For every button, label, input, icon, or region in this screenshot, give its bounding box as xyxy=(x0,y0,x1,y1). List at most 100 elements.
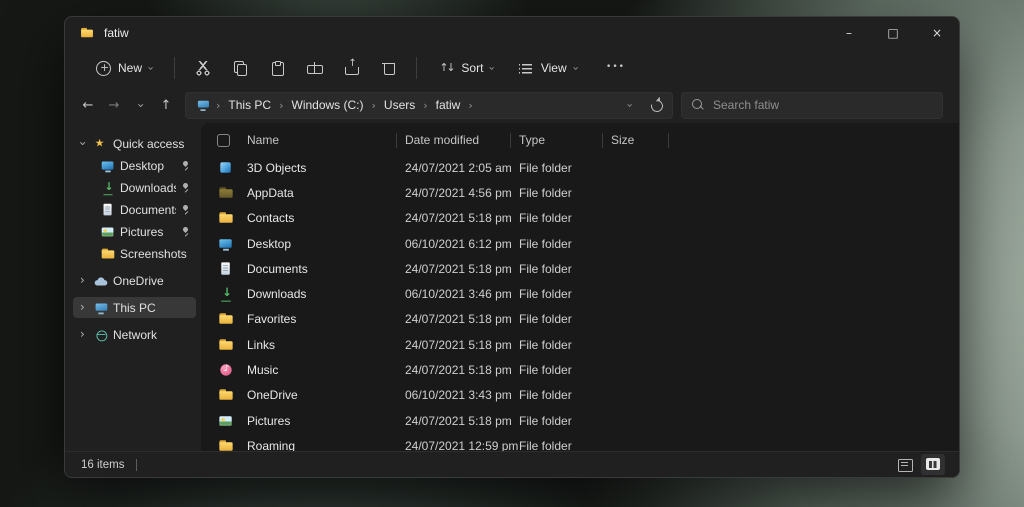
new-button[interactable]: New xyxy=(85,53,163,83)
breadcrumb-item[interactable]: Windows (C:) xyxy=(285,96,371,114)
address-dropdown-button[interactable] xyxy=(618,93,642,117)
file-type: File folder xyxy=(519,337,572,352)
file-row[interactable]: Desktop 06/10/2021 6:12 pm File folder xyxy=(205,231,959,256)
search-icon xyxy=(690,97,706,113)
chevron-right-icon xyxy=(216,100,220,111)
sidebar-expand-chevron-icon[interactable] xyxy=(76,203,96,216)
file-row[interactable]: OneDrive 06/10/2021 3:43 pm File folder xyxy=(205,383,959,408)
file-row[interactable]: 3D Objects 24/07/2021 2:05 am File folde… xyxy=(205,155,959,180)
refresh-button[interactable] xyxy=(644,93,668,117)
pictures-icon xyxy=(101,224,115,238)
see-more-button[interactable] xyxy=(597,53,631,83)
view-button-label: View xyxy=(540,61,567,75)
paste-button[interactable] xyxy=(260,53,294,83)
window-body: Quick access Desktop Downloads xyxy=(65,123,959,451)
refresh-icon xyxy=(648,97,664,113)
sidebar-item-label: Desktop xyxy=(120,158,165,173)
breadcrumb-segment: Windows (C:) xyxy=(285,96,377,114)
file-type: File folder xyxy=(519,287,572,302)
minimize-button[interactable]: – xyxy=(827,17,871,49)
view-button[interactable]: View xyxy=(508,53,588,83)
file-date-modified: 24/07/2021 5:18 pm xyxy=(405,337,512,352)
column-header[interactable]: Type xyxy=(511,127,603,153)
file-date-modified: 24/07/2021 5:18 pm xyxy=(405,363,512,378)
sidebar-expand-chevron-icon[interactable] xyxy=(76,159,96,172)
column-resize-handle[interactable] xyxy=(668,133,669,148)
forward-button[interactable] xyxy=(101,92,127,118)
file-date-modified: 06/10/2021 3:46 pm xyxy=(405,287,512,302)
sort-icon xyxy=(438,60,455,76)
file-row[interactable]: AppData 24/07/2021 4:56 pm File folder xyxy=(205,180,959,205)
chevron-right-icon[interactable] xyxy=(468,100,472,111)
recent-locations-button[interactable] xyxy=(127,92,153,118)
sidebar-item[interactable]: Network xyxy=(73,324,196,345)
sidebar-expand-chevron-icon[interactable] xyxy=(76,247,96,260)
copy-button[interactable] xyxy=(223,53,257,83)
up-button[interactable] xyxy=(153,92,179,118)
sort-button[interactable]: Sort xyxy=(428,53,504,83)
sidebar-expand-chevron-icon[interactable] xyxy=(76,181,96,194)
sidebar-expand-chevron-icon[interactable] xyxy=(76,328,89,341)
chevron-down-icon xyxy=(487,66,498,70)
share-button[interactable] xyxy=(334,53,368,83)
back-button[interactable] xyxy=(75,92,101,118)
pin-icon xyxy=(180,203,191,216)
sidebar-expand-chevron-icon[interactable] xyxy=(76,301,89,314)
file-name: Downloads xyxy=(247,287,307,302)
file-date-modified: 06/10/2021 6:12 pm xyxy=(405,236,512,251)
file-type: File folder xyxy=(519,312,572,327)
close-button[interactable]: × xyxy=(915,17,959,49)
sidebar-item-label: Pictures xyxy=(120,224,164,239)
chevron-right-icon[interactable] xyxy=(279,100,283,111)
file-type: File folder xyxy=(519,185,572,200)
select-all-checkbox[interactable] xyxy=(217,133,230,147)
file-row[interactable]: Pictures 24/07/2021 5:18 pm File folder xyxy=(205,408,959,433)
cut-icon xyxy=(195,60,211,76)
search-box[interactable] xyxy=(681,91,943,119)
sidebar-item[interactable]: Quick access xyxy=(73,133,196,154)
breadcrumb-item[interactable]: Users xyxy=(377,96,422,114)
file-row[interactable]: Links 24/07/2021 5:18 pm File folder xyxy=(205,332,959,357)
sidebar-item[interactable]: Desktop xyxy=(73,155,196,176)
desktop-icon xyxy=(218,236,233,251)
file-name: 3D Objects xyxy=(247,160,307,175)
command-bar: New xyxy=(65,49,959,87)
sidebar-expand-chevron-icon[interactable] xyxy=(76,274,89,287)
search-input[interactable] xyxy=(713,98,934,112)
file-name: Music xyxy=(247,363,279,378)
file-row[interactable]: Music 24/07/2021 5:18 pm File folder xyxy=(205,357,959,382)
sidebar-item[interactable]: Documents xyxy=(73,199,196,220)
breadcrumb[interactable]: This PC Windows (C:) Users fatiw xyxy=(185,91,673,119)
file-name: Links xyxy=(247,337,276,352)
sidebar-expand-chevron-icon[interactable] xyxy=(76,225,96,238)
file-row[interactable]: Roaming 24/07/2021 12:59 pm File folder xyxy=(205,433,959,451)
sidebar-item[interactable]: Pictures xyxy=(73,221,196,242)
file-date-modified: 06/10/2021 3:43 pm xyxy=(405,388,512,403)
breadcrumb-item[interactable]: fatiw xyxy=(429,96,468,114)
file-row[interactable]: Documents 24/07/2021 5:18 pm File folder xyxy=(205,256,959,281)
sidebar-item[interactable]: OneDrive xyxy=(73,270,196,291)
breadcrumb-item[interactable]: This PC xyxy=(221,96,278,114)
file-row[interactable]: Favorites 24/07/2021 5:18 pm File folder xyxy=(205,307,959,332)
sidebar-item[interactable]: Screenshots xyxy=(73,243,196,264)
rename-button[interactable] xyxy=(297,53,331,83)
column-header[interactable]: Name xyxy=(239,127,397,153)
title-bar[interactable]: fatiw – □ × xyxy=(65,17,959,49)
maximize-button[interactable]: □ xyxy=(871,17,915,49)
sidebar-item[interactable]: This PC xyxy=(73,297,196,318)
chevron-right-icon[interactable] xyxy=(423,100,427,111)
sidebar-item[interactable]: Downloads xyxy=(73,177,196,198)
delete-button[interactable] xyxy=(371,53,405,83)
column-header[interactable]: Date modified xyxy=(397,127,511,153)
column-header[interactable]: Size xyxy=(603,127,669,153)
cut-button[interactable] xyxy=(186,53,220,83)
large-icons-view-button[interactable] xyxy=(921,454,945,475)
column-header-label: Name xyxy=(247,133,280,147)
sidebar-expand-chevron-icon[interactable] xyxy=(76,137,89,150)
chevron-right-icon[interactable] xyxy=(372,100,376,111)
file-row[interactable]: Downloads 06/10/2021 3:46 pm File folder xyxy=(205,281,959,306)
details-view-button[interactable] xyxy=(892,454,916,475)
cloud-icon xyxy=(94,273,108,287)
file-row[interactable]: Contacts 24/07/2021 5:18 pm File folder xyxy=(205,206,959,231)
window-folder-icon xyxy=(80,26,94,40)
